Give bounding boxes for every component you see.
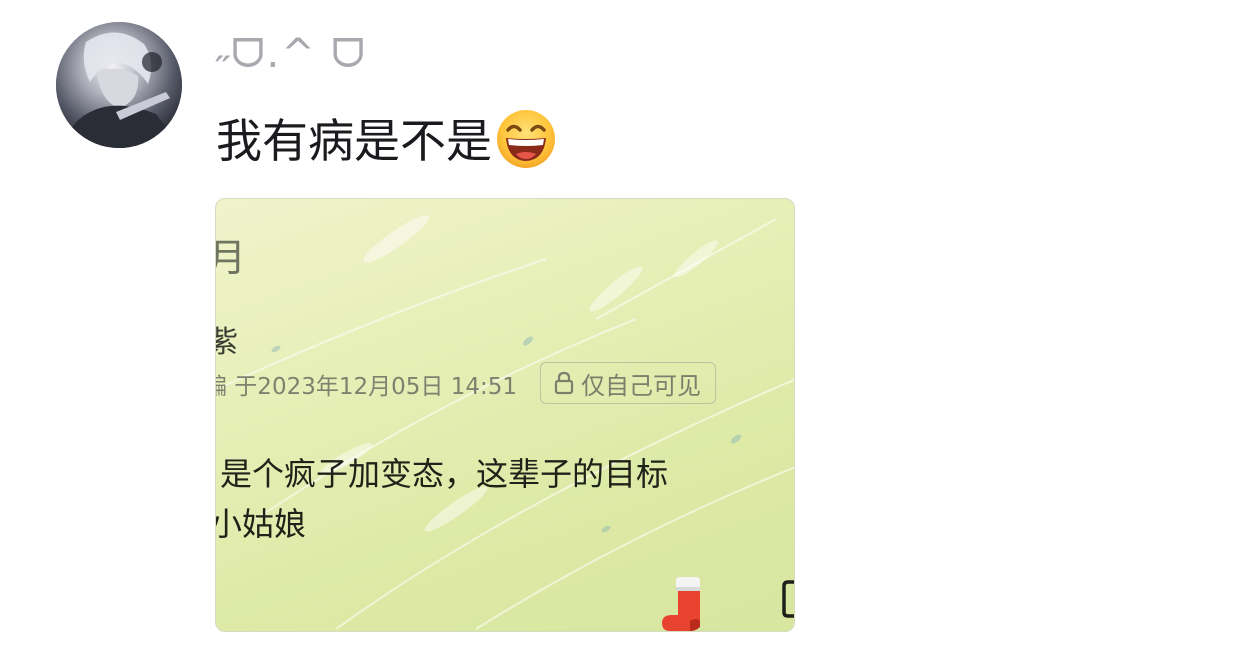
christmas-sock-icon [662,577,700,631]
grinning-emoji-icon [497,110,555,168]
note-body: 是个疯子加变态，这辈子的目标 小姑娘 [216,449,669,549]
lock-icon [554,371,574,395]
note-author: 紫 [216,317,238,361]
image-card[interactable]: 月 紫 编 于2023年12月05日 14:51 仅自己可见 是个疯子加变态，这… [215,198,795,632]
avatar-image [56,22,182,148]
note-title: 月 [216,227,246,282]
post-text-content: 我有病是不是 [216,114,492,168]
username[interactable]: ˶ᗜ.^ ᗜ [216,28,367,80]
edge-square-icon [782,580,794,618]
post-text: 我有病是不是 [216,108,558,168]
wheat-background-image [216,215,794,630]
note-body-line: 是个疯子加变态，这辈子的目标 [220,455,669,493]
note-body-line: 小姑娘 [215,505,307,543]
avatar[interactable] [56,22,182,148]
note-timestamp: 编 于2023年12月05日 14:51 [215,374,517,400]
visibility-badge: 仅自己可见 [540,362,716,404]
visibility-label: 仅自己可见 [581,371,701,400]
